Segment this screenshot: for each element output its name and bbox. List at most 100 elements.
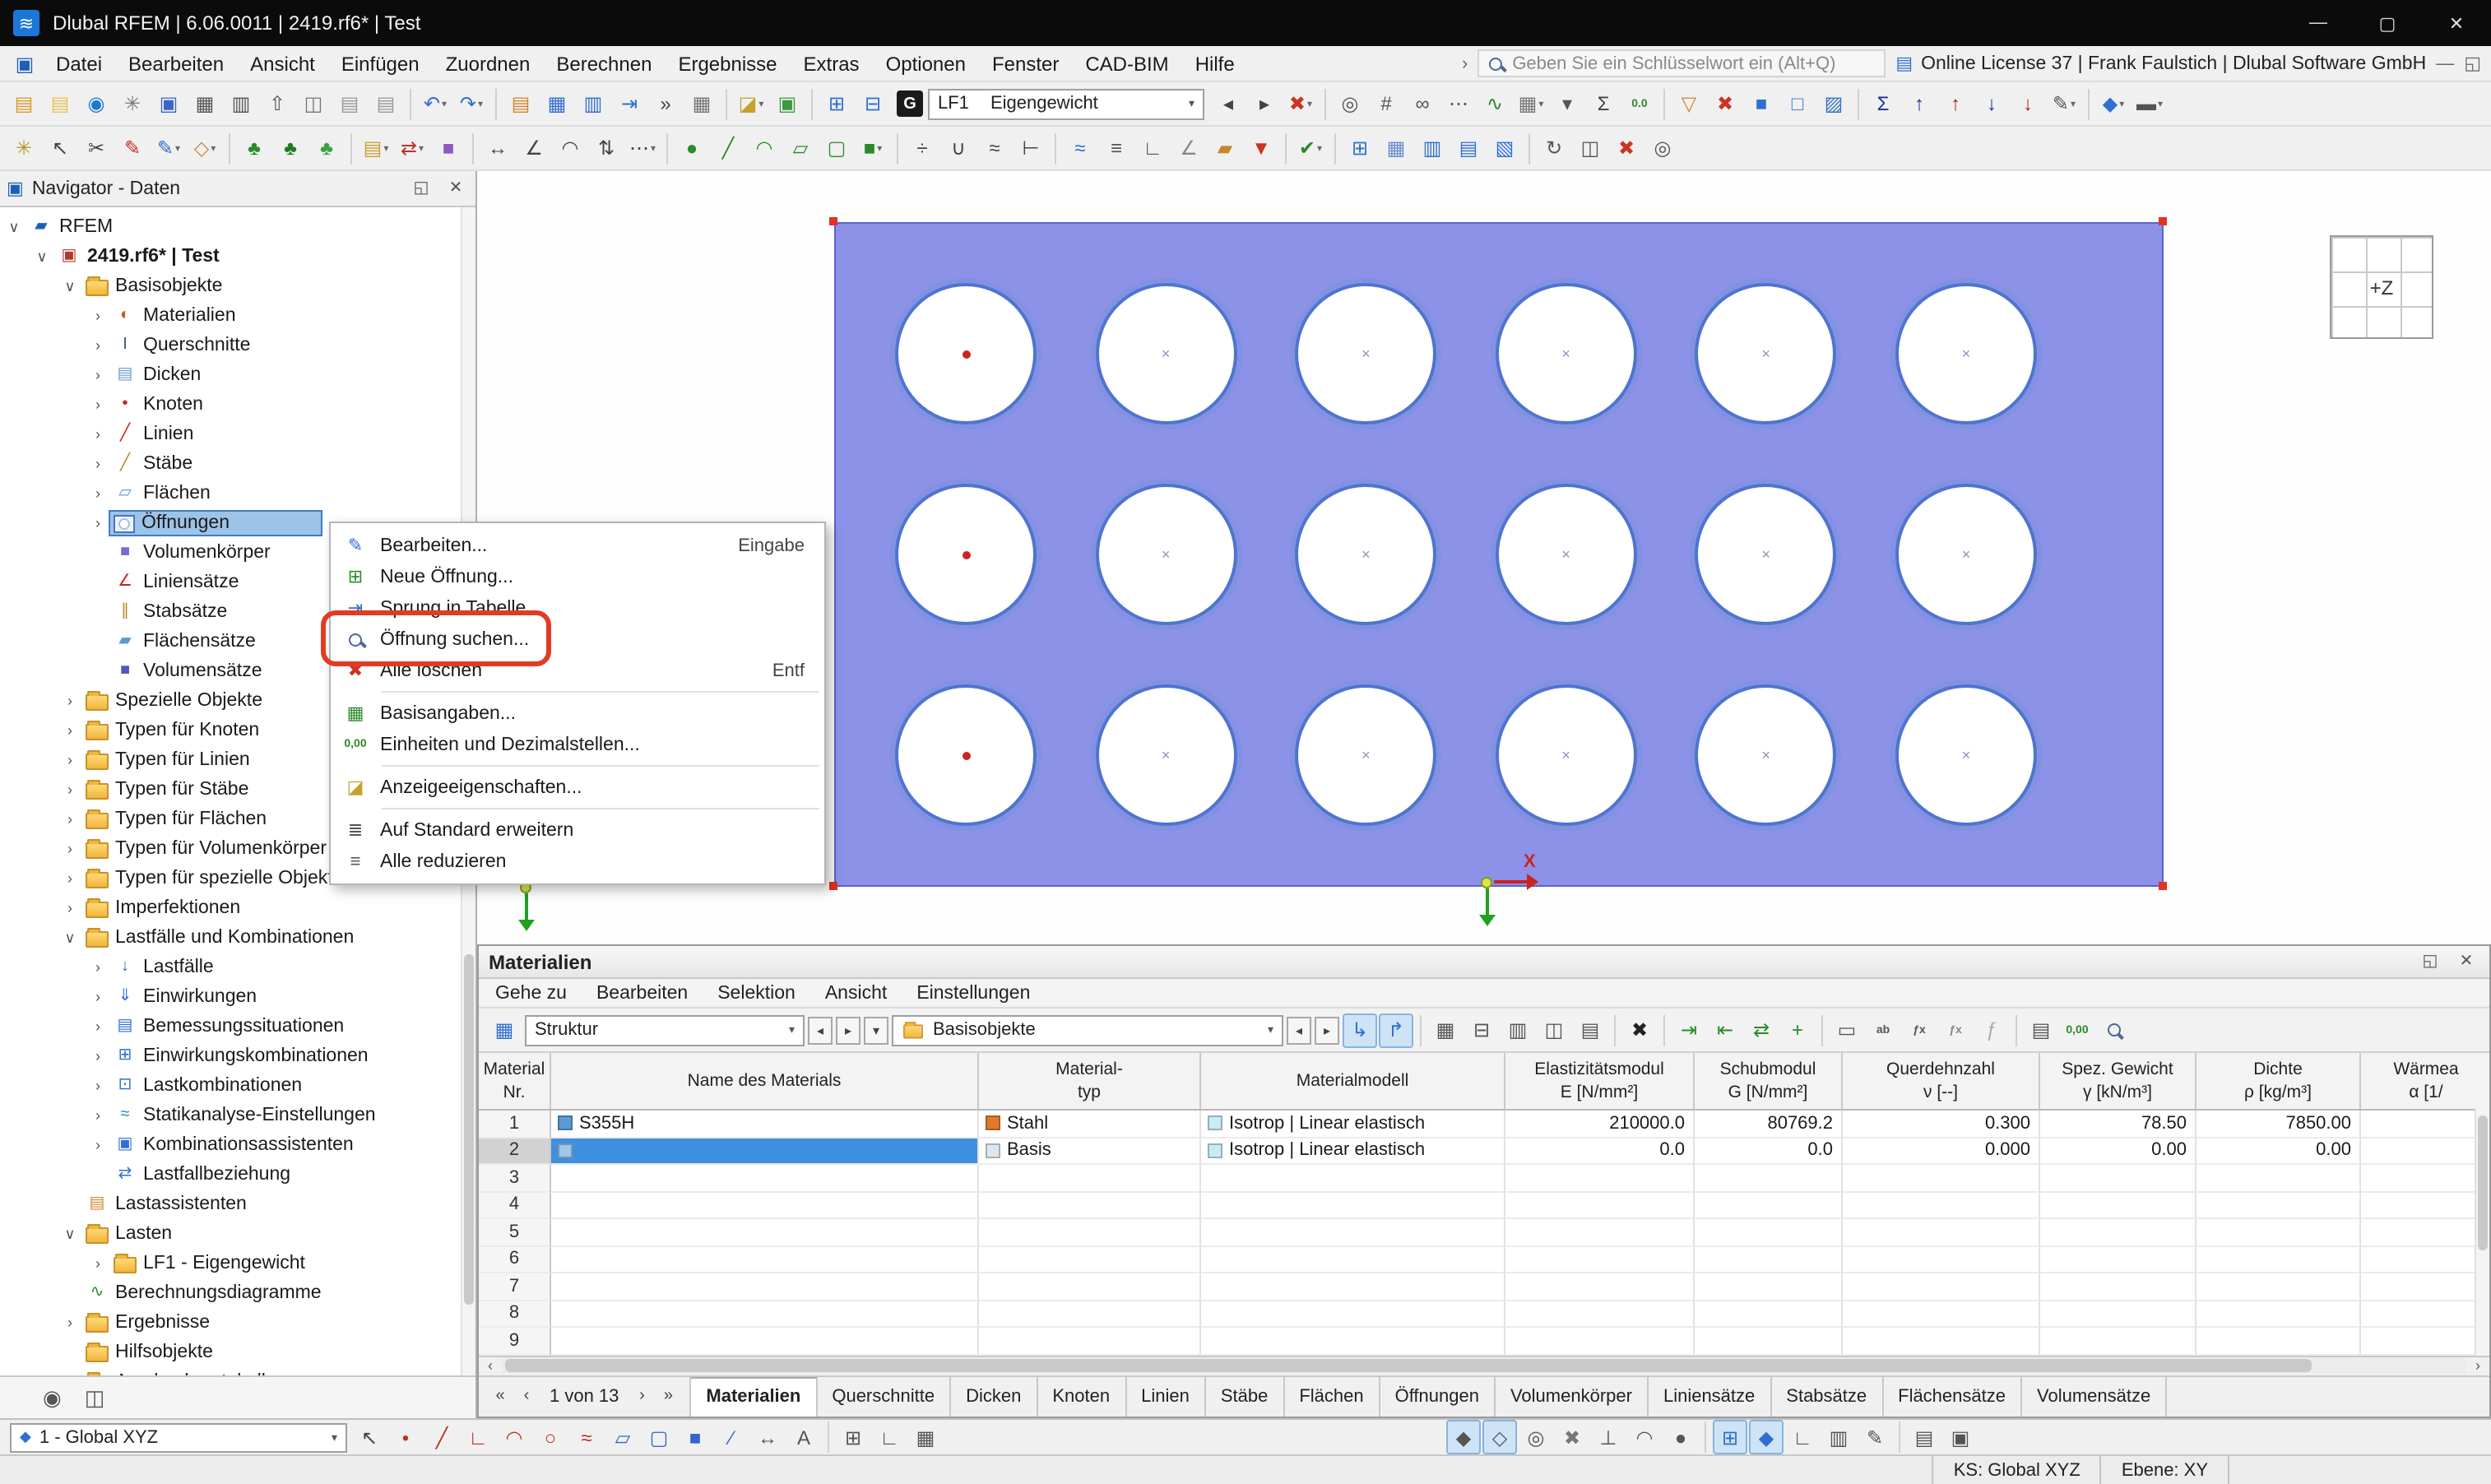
surface-slope-icon[interactable]: ∠ — [1171, 131, 1206, 165]
expand-icon[interactable]: › — [87, 1107, 109, 1124]
table-menu-ansicht[interactable]: Ansicht — [825, 983, 887, 1003]
load-y-down-icon[interactable]: ↓ — [1974, 86, 2009, 121]
value-cell[interactable]: 78.50 — [2040, 1111, 2196, 1138]
material-type-cell[interactable] — [979, 1219, 1201, 1246]
table-grid-icon[interactable]: ▦ — [540, 86, 574, 121]
value-cell[interactable] — [1505, 1219, 1695, 1246]
opening-circle[interactable] — [895, 684, 1037, 826]
tree-item-materialien[interactable]: ›◐Materialien — [0, 301, 461, 331]
category-next-button[interactable]: ▸ — [1315, 1016, 1339, 1044]
menu-zuordnen[interactable]: Zuordnen — [433, 46, 544, 81]
tree-item-querschnitte[interactable]: ›IQuerschnitte — [0, 331, 461, 360]
table-jump-icon[interactable]: » — [648, 86, 683, 121]
table-tab-querschnitte[interactable]: Querschnitte — [817, 1376, 951, 1416]
table-tab-materialien[interactable]: Materialien — [691, 1376, 817, 1416]
formula-edit-icon[interactable]: ƒx — [1938, 1013, 1973, 1047]
table-form-icon[interactable]: ▥ — [576, 86, 610, 121]
extend-line-icon[interactable]: ⊢ — [1014, 131, 1048, 165]
value-cell[interactable]: 0.300 — [1843, 1111, 2040, 1138]
value-cell[interactable] — [2196, 1301, 2361, 1328]
table-tab-linien[interactable]: Linien — [1126, 1376, 1206, 1416]
opening-circle[interactable] — [1095, 283, 1236, 424]
redo-icon[interactable]: ↷ — [454, 86, 489, 121]
render-view-icon[interactable]: ▣ — [770, 86, 805, 121]
cell-format-icon[interactable]: ▭ — [1830, 1013, 1864, 1047]
table-row[interactable]: 3 — [479, 1165, 2489, 1192]
tree-item-einwirkungskombinationen[interactable]: ›⊞Einwirkungskombinationen — [0, 1041, 461, 1071]
value-cell[interactable] — [1505, 1165, 1695, 1192]
row-number[interactable]: 4 — [479, 1192, 551, 1219]
opening-circle[interactable] — [1895, 684, 2037, 826]
material-type-cell[interactable]: Stahl — [979, 1111, 1201, 1138]
value-cell[interactable] — [2361, 1246, 2489, 1273]
value-cell[interactable] — [1695, 1301, 1843, 1328]
clipboard-icon[interactable]: ▤ — [332, 86, 367, 121]
pager-prev-icon[interactable]: ‹ — [517, 1387, 536, 1405]
opening-circle[interactable] — [1295, 684, 1436, 826]
snap-perpendicular-icon[interactable]: ⊥ — [1591, 1420, 1626, 1454]
collapse-icon[interactable]: ∨ — [31, 248, 53, 266]
opening-circle[interactable] — [895, 484, 1037, 625]
value-cell[interactable] — [2040, 1165, 2196, 1192]
delete-object-icon[interactable]: ✖ — [1609, 131, 1644, 165]
cut-line-icon[interactable]: ✂ — [79, 131, 114, 165]
snap-nearest-icon[interactable]: ● — [1663, 1420, 1698, 1454]
value-cell[interactable]: 0.0 — [1695, 1138, 1843, 1165]
material-model-cell[interactable] — [1201, 1219, 1505, 1246]
opening-circle[interactable] — [1095, 484, 1236, 625]
new-surface-icon[interactable]: ▱ — [783, 131, 818, 165]
display-properties-icon[interactable]: ◪ — [734, 86, 768, 121]
value-cell[interactable]: 0.00 — [2040, 1138, 2196, 1165]
value-cell[interactable] — [2196, 1219, 2361, 1246]
scrollbar-track[interactable] — [502, 1357, 2466, 1374]
render-mode-icon[interactable]: ▣ — [1943, 1420, 1978, 1454]
table-list-icon[interactable]: ▤ — [503, 86, 538, 121]
draw-arc-icon[interactable]: ◠ — [497, 1420, 531, 1454]
draw-surface-icon[interactable]: ▱ — [605, 1420, 640, 1454]
rotate-view-icon[interactable]: ↻ — [1537, 131, 1571, 165]
dim-slope-icon[interactable]: ∠ — [517, 131, 551, 165]
draw-polyline-icon[interactable]: ∟ — [461, 1420, 495, 1454]
table-tab-offnungen[interactable]: Öffnungen — [1380, 1376, 1496, 1416]
opening-circle[interactable] — [1295, 484, 1436, 625]
tree-item-basisobjekte[interactable]: ∨Basisobjekte — [0, 271, 461, 301]
tree-item-flachen[interactable]: ›▱Flächen — [0, 479, 461, 508]
generate-trees-icon[interactable]: ♣ — [273, 131, 308, 165]
value-cell[interactable] — [2361, 1301, 2489, 1328]
edit-loads-icon[interactable]: ✎ — [2047, 86, 2081, 121]
color-filter-icon[interactable]: ▽ — [1672, 86, 1706, 121]
tree-item-statikanalyse-einstellungen[interactable]: ›≈Statikanalyse-Einstellungen — [0, 1101, 461, 1130]
material-name-cell[interactable] — [551, 1219, 979, 1246]
value-cell[interactable] — [2040, 1219, 2196, 1246]
opening-circle[interactable] — [1496, 283, 1637, 424]
connect-lines-icon[interactable]: ∪ — [941, 131, 976, 165]
column-header-material[interactable]: MaterialNr. — [479, 1053, 551, 1109]
table-balance-icon[interactable]: ⊟ — [1464, 1013, 1499, 1047]
opening-circle[interactable] — [895, 283, 1037, 424]
expand-icon[interactable]: › — [87, 456, 109, 472]
load-sum-icon[interactable]: Σ — [1866, 86, 1900, 121]
pager-first-icon[interactable]: « — [490, 1387, 510, 1405]
scrollbar-thumb[interactable] — [464, 955, 474, 1305]
collapse-icon[interactable]: ∨ — [59, 277, 81, 295]
row-number[interactable]: 3 — [479, 1165, 551, 1192]
isometric-view-icon[interactable]: ◆ — [2096, 86, 2131, 121]
pager-next-icon[interactable]: › — [632, 1387, 652, 1405]
expand-icon[interactable]: › — [59, 900, 81, 916]
value-cell[interactable]: 0.0 — [1505, 1138, 1695, 1165]
tree-item-lasten[interactable]: ∨Lasten — [0, 1219, 461, 1249]
row-number[interactable]: 5 — [479, 1219, 551, 1246]
surface-steps-icon[interactable]: ∟ — [1135, 131, 1170, 165]
material-model-cell[interactable] — [1201, 1192, 1505, 1219]
formula-list-icon[interactable]: ƒ — [1974, 1013, 2009, 1047]
import-table-icon[interactable]: ⇤ — [1708, 1013, 1742, 1047]
expand-icon[interactable]: › — [59, 870, 81, 887]
export-table-icon[interactable]: ⇥ — [1672, 1013, 1706, 1047]
expand-icon[interactable]: › — [87, 1078, 109, 1094]
row-number[interactable]: 9 — [479, 1328, 551, 1355]
value-cell[interactable] — [2040, 1301, 2196, 1328]
draw-circle-icon[interactable]: ○ — [533, 1420, 568, 1454]
sum-check-icon[interactable]: Σ — [1586, 86, 1621, 121]
tree-item-stabe[interactable]: ›╱Stäbe — [0, 449, 461, 479]
table-menu-bearbeiten[interactable]: Bearbeiten — [596, 983, 688, 1003]
